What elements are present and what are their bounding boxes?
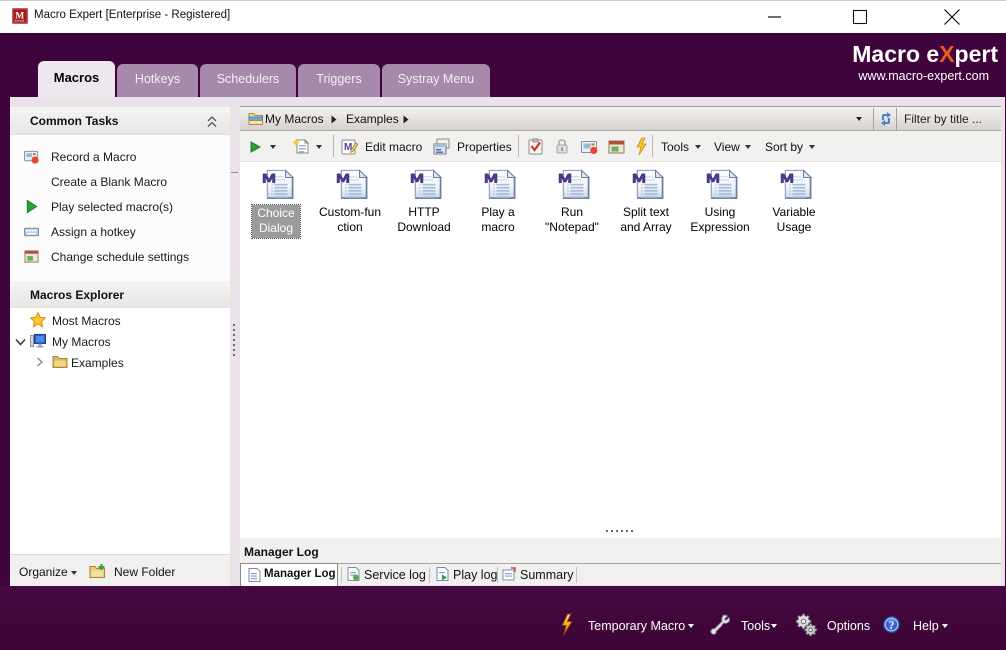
svg-text:?: ? bbox=[889, 620, 895, 632]
